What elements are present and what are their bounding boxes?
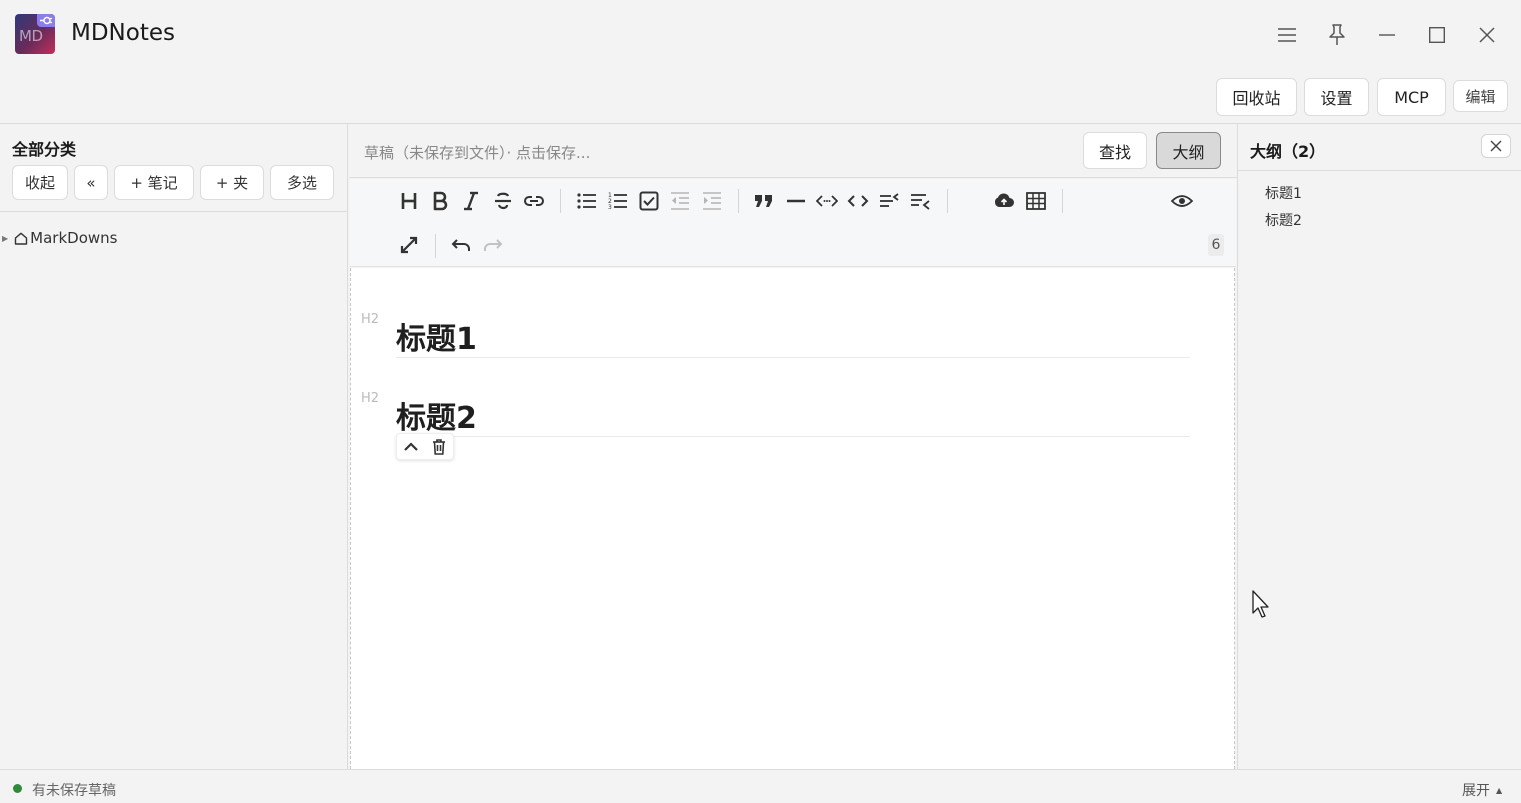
plugin-badge-icon (37, 14, 55, 27)
status-text: 有未保存草稿 (32, 783, 116, 799)
table-icon[interactable] (1023, 188, 1049, 214)
recycle-bin-button[interactable]: 回收站 (1216, 78, 1297, 116)
mcp-button[interactable]: MCP (1377, 78, 1446, 116)
line-break-icon[interactable] (876, 188, 902, 214)
checklist-icon[interactable] (636, 188, 662, 214)
expand-toggle[interactable]: 展开 ▲ (1462, 780, 1502, 800)
action-bar: 回收站 设置 MCP 编辑 (0, 68, 1521, 124)
multi-select-button[interactable]: 多选 (270, 165, 334, 200)
outline-toggle-button[interactable]: 大纲 (1156, 132, 1221, 169)
expand-arrow-icon: ▲ (1496, 786, 1503, 795)
status-indicator (13, 784, 22, 793)
word-count-badge: 6 (1208, 234, 1224, 256)
pin-icon[interactable] (1322, 20, 1352, 50)
upload-icon[interactable] (991, 188, 1017, 214)
tree-item-markdowns[interactable]: ▶ MarkDowns (2, 228, 117, 248)
heading-block[interactable]: 标题1 (396, 314, 1190, 358)
new-folder-button[interactable]: + 夹 (200, 165, 264, 200)
inline-code-icon[interactable] (814, 188, 840, 214)
outline-divider (1238, 170, 1521, 171)
outdent-icon[interactable] (667, 188, 693, 214)
editor-content[interactable]: H2 标题1 H2 标题2 (350, 268, 1235, 769)
outline-close-button[interactable] (1481, 134, 1511, 158)
clear-format-icon[interactable] (907, 188, 933, 214)
delete-icon[interactable] (425, 433, 453, 460)
toolbar-separator (738, 189, 739, 213)
outline-item[interactable]: 标题2 (1265, 210, 1302, 230)
close-icon[interactable] (1472, 20, 1502, 50)
outline-panel: 大纲（2） 标题1 标题2 (1237, 124, 1521, 769)
sidebar-divider (0, 211, 347, 212)
strikethrough-icon[interactable] (490, 188, 516, 214)
horizontal-rule-icon[interactable] (783, 188, 809, 214)
preview-eye-icon[interactable] (1169, 188, 1195, 214)
outline-title: 大纲（2） (1250, 142, 1326, 161)
mouse-cursor-icon (1252, 590, 1269, 618)
toolbar-separator (435, 234, 436, 258)
toolbar-separator (947, 189, 948, 213)
fullscreen-icon[interactable] (396, 232, 422, 258)
settings-button[interactable]: 设置 (1304, 78, 1369, 116)
ordered-list-icon[interactable]: 123 (605, 188, 631, 214)
app-logo-text: MD (19, 27, 43, 45)
find-button[interactable]: 查找 (1083, 132, 1147, 169)
app-title: MDNotes (71, 20, 175, 46)
collapse-button[interactable]: 收起 (12, 165, 68, 200)
maximize-icon[interactable] (1422, 20, 1452, 50)
tree-item-label: MarkDowns (30, 229, 118, 247)
indent-icon[interactable] (699, 188, 725, 214)
back-button[interactable]: « (74, 165, 108, 200)
edit-button[interactable]: 编辑 (1453, 80, 1508, 112)
bullet-list-icon[interactable] (574, 188, 600, 214)
menu-icon[interactable] (1272, 20, 1302, 50)
move-up-icon[interactable] (397, 433, 425, 460)
svg-text:3: 3 (608, 204, 612, 210)
new-note-button[interactable]: + 笔记 (114, 165, 194, 200)
heading-block[interactable]: 标题2 (396, 393, 1190, 437)
outline-item[interactable]: 标题1 (1265, 183, 1302, 203)
link-icon[interactable] (521, 188, 547, 214)
minimize-icon[interactable] (1372, 20, 1402, 50)
title-bar: MD MDNotes (0, 0, 1521, 68)
italic-icon[interactable] (458, 188, 484, 214)
quote-icon[interactable] (751, 188, 777, 214)
block-tools (396, 433, 454, 460)
block-type-marker: H2 (361, 312, 380, 327)
app-logo: MD (15, 14, 55, 54)
expand-label: 展开 (1462, 783, 1490, 799)
heading-icon[interactable] (396, 188, 422, 214)
bold-icon[interactable] (427, 188, 453, 214)
close-icon (1490, 140, 1502, 152)
editor-header: 草稿（未保存到文件）· 点击保存... 查找 大纲 (349, 124, 1237, 178)
status-bar: 有未保存草稿 展开 ▲ (0, 769, 1521, 803)
block-type-marker: H2 (361, 391, 380, 406)
toolbar-separator (560, 189, 561, 213)
undo-icon[interactable] (448, 232, 474, 258)
redo-icon[interactable] (480, 232, 506, 258)
toolbar-separator (1062, 189, 1063, 213)
editor-toolbar: 123 6 (350, 179, 1236, 267)
sidebar-title: 全部分类 (12, 140, 77, 159)
expand-caret-icon[interactable]: ▶ (2, 234, 8, 243)
code-block-icon[interactable] (845, 188, 871, 214)
draft-status[interactable]: 草稿（未保存到文件）· 点击保存... (364, 142, 590, 163)
home-icon (14, 232, 28, 245)
category-sidebar: 全部分类 收起 « + 笔记 + 夹 多选 ▶ MarkDowns (0, 124, 348, 769)
